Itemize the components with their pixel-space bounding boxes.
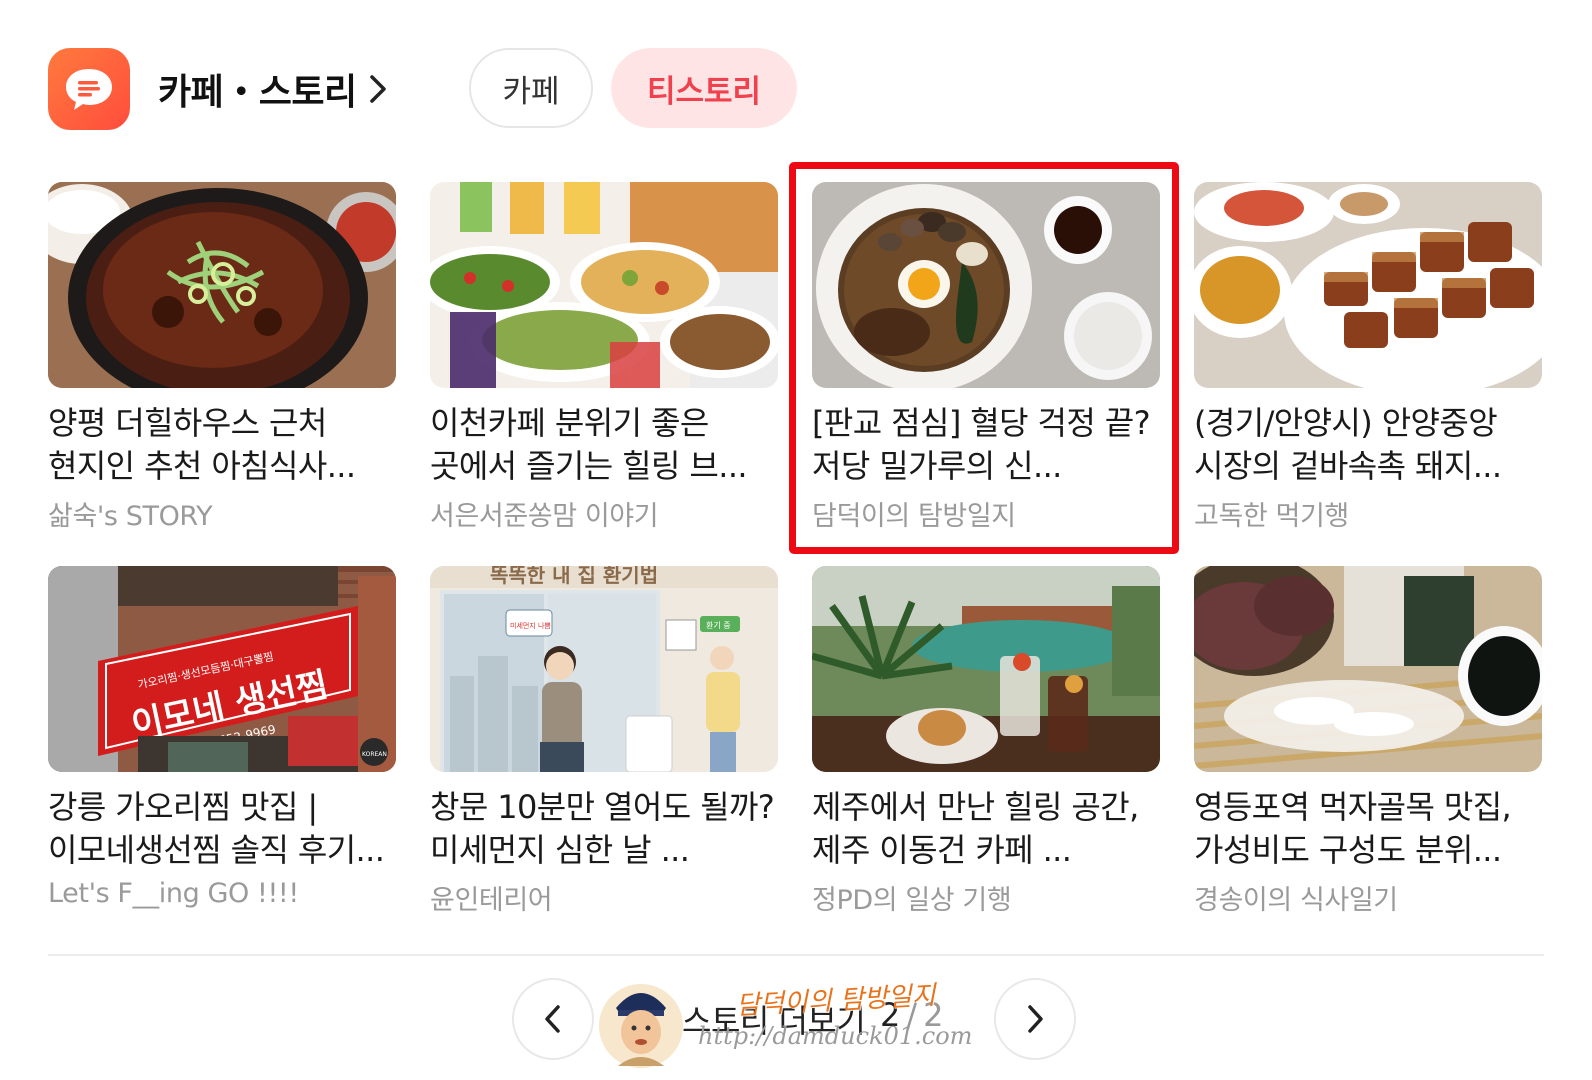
divider [48, 954, 1544, 956]
restaurant-sign-korean: KOREAN [362, 751, 387, 758]
card-source[interactable]: Let's F__ing GO !!!! [48, 878, 396, 909]
card-title[interactable]: 이천카페 분위기 좋은 곳에서 즐기는 힐링 브... [430, 402, 778, 488]
card-title[interactable]: 양평 더힐하우스 근처 현지인 추천 아침식사... [48, 402, 396, 488]
card-source[interactable]: 고독한 먹기행 [1194, 494, 1542, 533]
story-card[interactable]: (경기/안양시) 안양중앙 시장의 겉바속촉 돼지... 고독한 먹기행 [1194, 182, 1542, 533]
card-title[interactable]: [판교 점심] 혈당 걱정 끝? 저당 밀가루의 신... [812, 402, 1160, 488]
story-card[interactable]: 똑똑한 내 집 환기법 미세먼지 나쁨 환기 중 창문 10분만 열어도 될까?… [430, 566, 778, 917]
story-card[interactable]: 제주에서 만난 힐링 공간, 제주 이동건 카페 ... 정PD의 일상 기행 [812, 566, 1160, 917]
card-source[interactable]: 윤인테리어 [430, 878, 778, 917]
story-card[interactable]: 양평 더힐하우스 근처 현지인 추천 아침식사... 삶숙's STORY [48, 182, 396, 533]
card-thumbnail: 이모네 생선찜 가오리찜·생선모듬찜·대구뽈찜 T.652-9969 KOREA… [48, 566, 396, 772]
story-card[interactable]: 이천카페 분위기 좋은 곳에서 즐기는 힐링 브... 서은서준쏭맘 이야기 [430, 182, 778, 533]
next-page-button[interactable] [994, 978, 1076, 1060]
story-widget: 카페・스토리 카페 티스토리 양평 더힐하우스 근처 현지인 추천 아침식사..… [0, 0, 1592, 1080]
card-source[interactable]: 삶숙's STORY [48, 494, 396, 533]
story-card[interactable]: 이모네 생선찜 가오리찜·생선모듬찜·대구뽈찜 T.652-9969 KOREA… [48, 566, 396, 909]
card-title[interactable]: 제주에서 만난 힐링 공간, 제주 이동건 카페 ... [812, 786, 1160, 872]
story-card[interactable]: 영등포역 먹자골목 맛집, 가성비도 구성도 분위... 경송이의 식사일기 [1194, 566, 1542, 917]
story-card[interactable]: [판교 점심] 혈당 걱정 끝? 저당 밀가루의 신... 담덕이의 탐방일지 [812, 182, 1160, 533]
chevron-right-icon[interactable] [367, 72, 389, 106]
prev-page-button[interactable] [512, 978, 594, 1060]
watermark-url: http://damduck01.com [698, 1022, 973, 1050]
card-title[interactable]: 영등포역 먹자골목 맛집, 가성비도 구성도 분위... [1194, 786, 1542, 872]
card-source[interactable]: 정PD의 일상 기행 [812, 878, 1160, 917]
dust-label-text: 미세먼지 나쁨 [510, 621, 551, 630]
fan-label-text: 환기 중 [706, 620, 731, 630]
card-thumbnail [48, 182, 396, 388]
card-source[interactable]: 담덕이의 탐방일지 [812, 494, 1160, 533]
tab-tistory[interactable]: 티스토리 [611, 48, 797, 128]
card-thumbnail [812, 566, 1160, 772]
chevron-right-icon [1028, 1005, 1043, 1033]
card-title[interactable]: (경기/안양시) 안양중앙 시장의 겉바속촉 돼지... [1194, 402, 1542, 488]
card-thumbnail [812, 182, 1160, 388]
chevron-left-icon [545, 1005, 560, 1033]
chat-bubble-logo-icon[interactable] [48, 48, 130, 130]
tab-cafe[interactable]: 카페 [469, 48, 593, 128]
card-thumbnail [1194, 182, 1542, 388]
window-banner-text: 똑똑한 내 집 환기법 [490, 566, 658, 587]
section-title[interactable]: 카페・스토리 [158, 63, 357, 115]
card-thumbnail [430, 182, 778, 388]
card-source[interactable]: 경송이의 식사일기 [1194, 878, 1542, 917]
card-thumbnail: 똑똑한 내 집 환기법 미세먼지 나쁨 환기 중 [430, 566, 778, 772]
card-title[interactable]: 강릉 가오리찜 맛집 | 이모네생선찜 솔직 후기... [48, 786, 396, 872]
card-thumbnail [1194, 566, 1542, 772]
watermark-avatar-icon [598, 970, 684, 1070]
card-title[interactable]: 창문 10분만 열어도 될까? 미세먼지 심한 날 ... [430, 786, 778, 872]
card-source[interactable]: 서은서준쏭맘 이야기 [430, 494, 778, 533]
section-header: 카페・스토리 [48, 48, 389, 130]
